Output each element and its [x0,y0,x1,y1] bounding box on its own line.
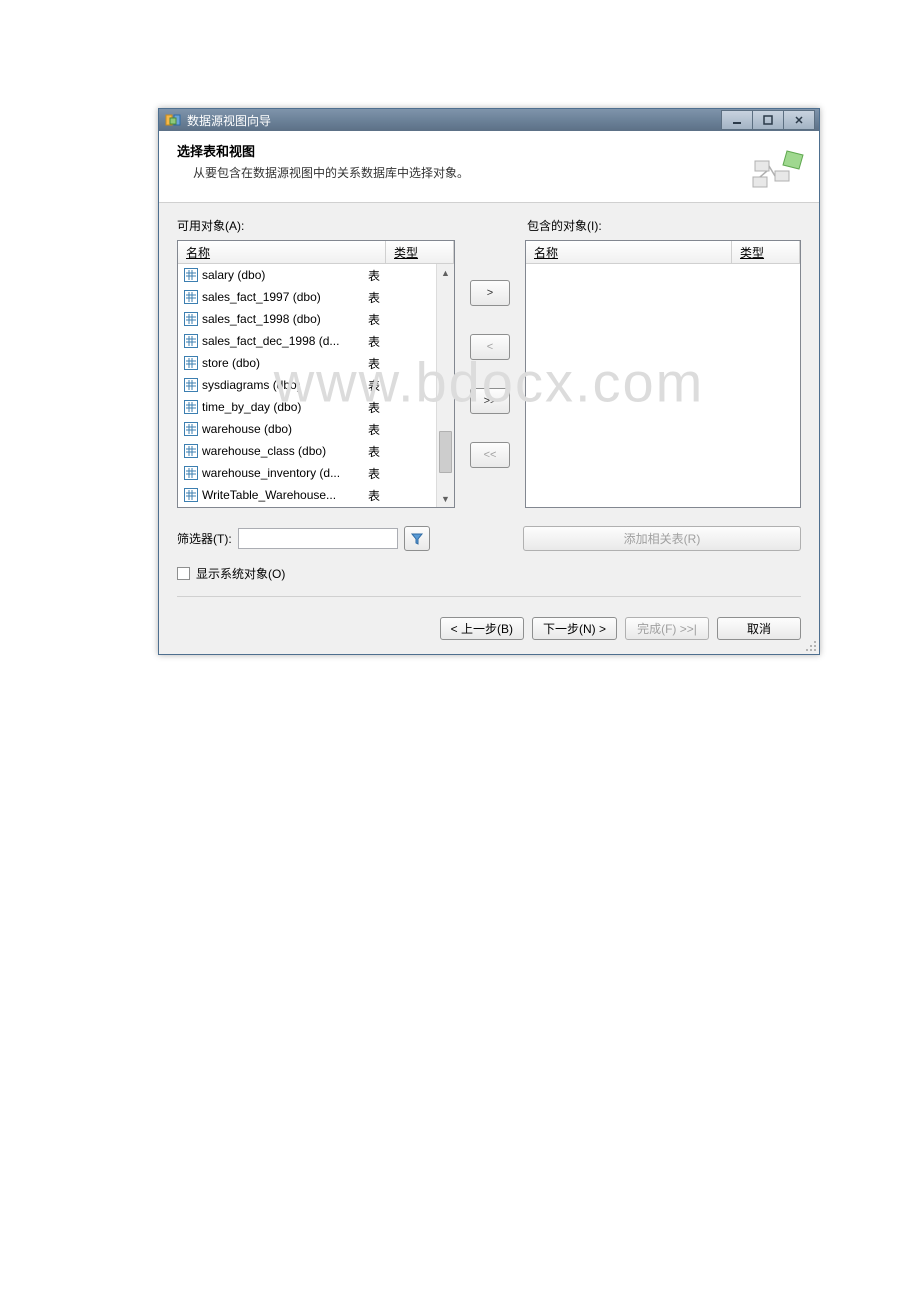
list-item[interactable]: time_by_day (dbo)表 [178,396,436,418]
available-label: 可用对象(A): [177,217,457,234]
table-icon [184,290,198,304]
item-type: 表 [364,289,436,306]
cancel-button[interactable]: 取消 [717,617,801,640]
maximize-button[interactable] [752,110,784,130]
list-item[interactable]: salary (dbo)表 [178,264,436,286]
item-name: WriteTable_Warehouse... [202,488,364,502]
show-system-checkbox[interactable] [177,567,190,580]
table-icon [184,312,198,326]
available-list-header[interactable]: 名称 类型 [178,241,454,264]
window-controls [722,110,815,130]
table-icon [184,466,198,480]
item-type: 表 [364,377,436,394]
list-item[interactable]: sales_fact_1997 (dbo)表 [178,286,436,308]
add-all-button[interactable]: >> [470,388,510,414]
scroll-thumb[interactable] [439,431,452,473]
titlebar[interactable]: 数据源视图向导 [159,109,819,131]
included-label: 包含的对象(I): [527,217,602,234]
item-name: sales_fact_1998 (dbo) [202,312,364,326]
item-name: warehouse_class (dbo) [202,444,364,458]
minimize-button[interactable] [721,110,753,130]
item-type: 表 [364,333,436,350]
table-icon [184,488,198,502]
item-name: sales_fact_1997 (dbo) [202,290,364,304]
item-name: store (dbo) [202,356,364,370]
list-item[interactable]: sales_fact_dec_1998 (d...表 [178,330,436,352]
header-subtitle: 从要包含在数据源视图中的关系数据库中选择对象。 [177,164,749,181]
filter-input[interactable] [238,528,398,549]
finish-button[interactable]: 完成(F) >>| [625,617,709,640]
add-button[interactable]: > [470,280,510,306]
close-button[interactable] [783,110,815,130]
table-icon [184,356,198,370]
included-listbox[interactable]: 名称 类型 [525,240,801,508]
table-icon [184,422,198,436]
item-name: sales_fact_dec_1998 (d... [202,334,364,348]
item-type: 表 [364,443,436,460]
filter-button[interactable] [404,526,430,551]
included-items-empty [526,264,800,507]
footer: < 上一步(B) 下一步(N) > 完成(F) >>| 取消 [159,605,819,654]
table-icon [184,444,198,458]
list-item[interactable]: warehouse_class (dbo)表 [178,440,436,462]
col-name-header-right[interactable]: 名称 [526,241,732,263]
back-button[interactable]: < 上一步(B) [440,617,524,640]
item-type: 表 [364,465,436,482]
item-type: 表 [364,399,436,416]
header-icon [749,141,805,191]
scroll-track[interactable] [437,281,454,490]
table-icon [184,268,198,282]
item-name: salary (dbo) [202,268,364,282]
list-item[interactable]: warehouse_inventory (d...表 [178,462,436,484]
filter-label: 筛选器(T): [177,530,232,547]
resize-grip-icon[interactable] [805,640,817,652]
available-scrollbar[interactable]: ▲ ▼ [436,264,454,507]
col-type-header-right[interactable]: 类型 [732,241,800,263]
list-item[interactable]: sysdiagrams (dbo)表 [178,374,436,396]
move-buttons: > < >> << [455,240,525,496]
app-icon [165,112,181,128]
table-icon [184,334,198,348]
item-type: 表 [364,355,436,372]
item-name: time_by_day (dbo) [202,400,364,414]
scroll-up-icon[interactable]: ▲ [437,264,454,281]
table-icon [184,400,198,414]
col-name-header[interactable]: 名称 [178,241,386,263]
add-related-button[interactable]: 添加相关表(R) [523,526,801,551]
item-type: 表 [364,267,436,284]
next-button[interactable]: 下一步(N) > [532,617,617,640]
wizard-window: 数据源视图向导 选择表和视图 从要包含在数据源视图中的关系数据库中选择对象。 [158,108,820,655]
funnel-icon [410,532,424,546]
item-type: 表 [364,421,436,438]
list-item[interactable]: sales_fact_1998 (dbo)表 [178,308,436,330]
included-list-header[interactable]: 名称 类型 [526,241,800,264]
item-type: 表 [364,311,436,328]
header-panel: 选择表和视图 从要包含在数据源视图中的关系数据库中选择对象。 [159,131,819,203]
header-title: 选择表和视图 [177,141,749,160]
table-icon [184,378,198,392]
item-type: 表 [364,487,436,504]
item-name: sysdiagrams (dbo) [202,378,364,392]
remove-all-button[interactable]: << [470,442,510,468]
col-type-header[interactable]: 类型 [386,241,454,263]
list-item[interactable]: WriteTable_Warehouse...表 [178,484,436,506]
scroll-down-icon[interactable]: ▼ [437,490,454,507]
item-name: warehouse (dbo) [202,422,364,436]
body-panel: 可用对象(A): 包含的对象(I): 名称 类型 salary (dbo)表sa… [159,203,819,605]
list-item[interactable]: store (dbo)表 [178,352,436,374]
list-item[interactable]: warehouse (dbo)表 [178,418,436,440]
available-listbox[interactable]: 名称 类型 salary (dbo)表sales_fact_1997 (dbo)… [177,240,455,508]
item-name: warehouse_inventory (d... [202,466,364,480]
window-title: 数据源视图向导 [187,112,722,129]
show-system-label: 显示系统对象(O) [196,565,285,582]
remove-button[interactable]: < [470,334,510,360]
